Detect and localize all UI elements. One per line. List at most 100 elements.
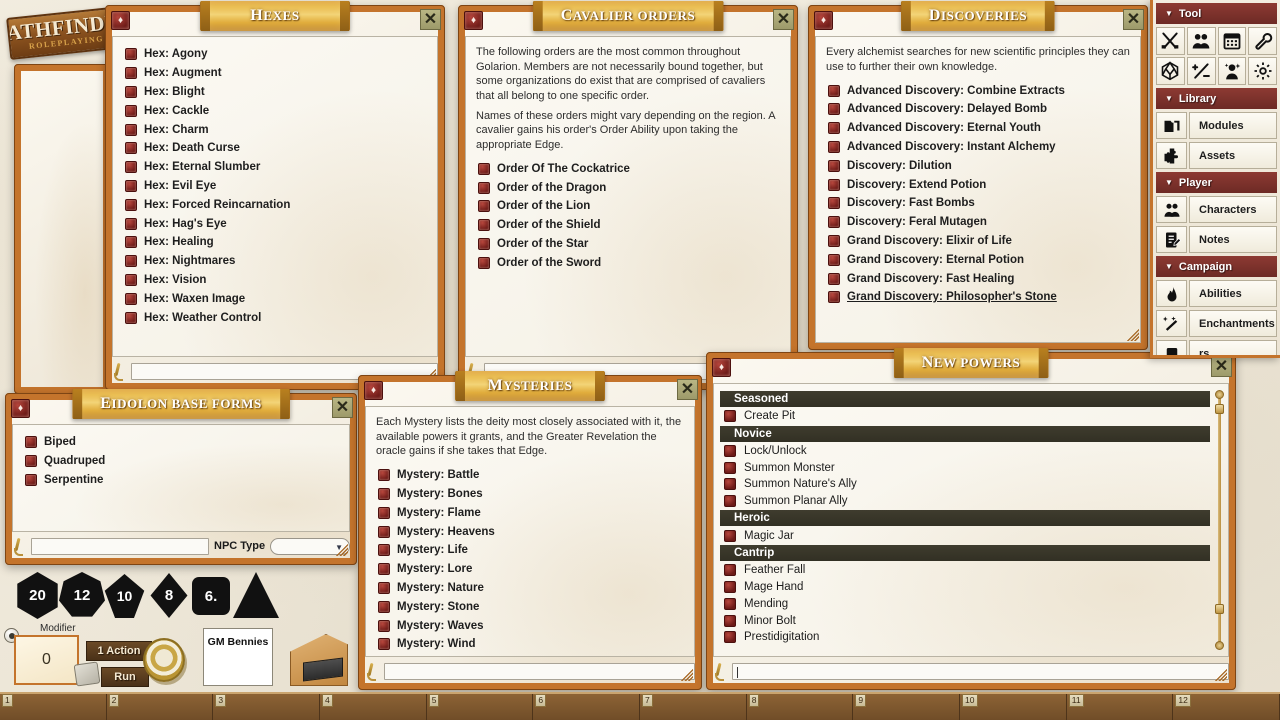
resize-grip[interactable] xyxy=(336,544,348,556)
window-menu-icon[interactable]: ♦ xyxy=(464,11,483,30)
gear-icon[interactable] xyxy=(1248,57,1277,85)
window-titlebar[interactable]: Hexes xyxy=(200,1,350,31)
mysteries-add-input[interactable] xyxy=(384,662,695,680)
list-item[interactable]: Order of the Sword xyxy=(476,253,780,272)
die-d6[interactable]: 6. xyxy=(192,577,230,615)
list-item[interactable]: Hex: Nightmares xyxy=(123,252,427,271)
list-item[interactable]: Hex: Waxen Image xyxy=(123,289,427,308)
list-item[interactable]: Hex: Hag's Eye xyxy=(123,214,427,233)
sidebar-item-assets[interactable]: Assets xyxy=(1156,142,1277,169)
hotbar-slot[interactable]: 12 xyxy=(1173,694,1280,720)
d20-die-icon[interactable] xyxy=(1156,57,1185,85)
eidolon-list[interactable]: Biped Quadruped Serpentine xyxy=(12,424,350,532)
new-powers-add-input[interactable] xyxy=(732,662,1229,680)
list-item[interactable]: Advanced Discovery: Instant Alchemy xyxy=(826,138,1130,157)
list-item[interactable]: Hex: Death Curse xyxy=(123,139,427,158)
list-item[interactable]: Discovery: Feral Mutagen xyxy=(826,213,1130,232)
close-icon[interactable]: ✕ xyxy=(1123,9,1144,30)
window-menu-icon[interactable]: ♦ xyxy=(364,381,383,400)
die-d20[interactable]: 20 xyxy=(17,572,58,619)
list-item[interactable]: Mystery: Flame xyxy=(376,503,684,522)
hotbar-slot[interactable]: 1 xyxy=(0,694,107,720)
list-item[interactable]: Mystery: Waves xyxy=(376,616,684,635)
hotbar-slot[interactable]: 2 xyxy=(106,694,214,720)
list-item[interactable]: Grand Discovery: Fast Healing xyxy=(826,269,1130,288)
modifier-value[interactable]: 0 xyxy=(14,635,79,685)
list-item[interactable]: Hex: Agony xyxy=(123,45,427,64)
list-item[interactable]: Hex: Cackle xyxy=(123,101,427,120)
list-item[interactable]: Mystery: Life xyxy=(376,541,684,560)
power-list-item[interactable]: Magic Jar xyxy=(720,527,1210,544)
mysteries-list[interactable]: Each Mystery lists the deity most closel… xyxy=(365,406,695,657)
window-new-powers[interactable]: ♦ New Powers ✕ Seasoned Create Pit Novice L… xyxy=(706,348,1236,690)
power-list-item[interactable]: Mending xyxy=(720,596,1210,613)
list-item[interactable]: Order of the Shield xyxy=(476,216,780,235)
power-list-item[interactable]: Mage Hand xyxy=(720,579,1210,596)
die-d4[interactable] xyxy=(233,572,279,618)
list-item[interactable]: Discovery: Dilution xyxy=(826,156,1130,175)
list-item[interactable]: Mystery: Nature xyxy=(376,579,684,598)
list-item[interactable]: Mystery: Heavens xyxy=(376,522,684,541)
gm-bennies-panel[interactable]: GM Bennies xyxy=(203,628,273,686)
hotbar-slot[interactable]: 6 xyxy=(533,694,641,720)
cavalier-orders-list[interactable]: The following orders are the most common… xyxy=(465,36,791,357)
list-item[interactable]: Biped xyxy=(23,433,339,452)
hotbar-slot[interactable]: 8 xyxy=(746,694,854,720)
list-item[interactable]: Advanced Discovery: Combine Extracts xyxy=(826,81,1130,100)
list-item[interactable]: Grand Discovery: Eternal Potion xyxy=(826,250,1130,269)
list-item[interactable]: Advanced Discovery: Delayed Bomb xyxy=(826,100,1130,119)
close-icon[interactable]: ✕ xyxy=(773,9,794,30)
window-eidolon-base-forms[interactable]: ♦ Eidolon Base Forms ✕ Biped Quadruped Ser… xyxy=(5,389,357,565)
hotbar-slot[interactable]: 4 xyxy=(320,694,427,720)
power-list-item[interactable]: Prestidigitation xyxy=(720,629,1210,646)
sidebar-section-player[interactable]: ▼ Player xyxy=(1156,172,1277,193)
plus-minus-icon[interactable] xyxy=(1186,57,1216,85)
window-titlebar[interactable]: Eidolon Base Forms xyxy=(72,389,290,419)
list-item[interactable]: Order of the Star xyxy=(476,235,780,254)
list-item[interactable]: Hex: Healing xyxy=(123,233,427,252)
sidebar-section-tool[interactable]: ▼ Tool xyxy=(1156,3,1277,24)
hotbar-slot[interactable]: 7 xyxy=(640,694,747,720)
hotbar-slot[interactable]: 3 xyxy=(213,694,321,720)
chest-icon[interactable] xyxy=(290,634,348,686)
bennies-chips-icon[interactable] xyxy=(143,638,185,682)
scrollbar-thumb-lower[interactable] xyxy=(1215,604,1224,614)
window-hexes[interactable]: ♦ Hexes ✕ Hex: Agony Hex: Augment Hex: Bli… xyxy=(105,1,445,390)
die-d12[interactable]: 12 xyxy=(59,572,105,617)
resize-grip[interactable] xyxy=(681,669,693,681)
list-item[interactable]: Mystery: Stone xyxy=(376,597,684,616)
close-icon[interactable]: ✕ xyxy=(420,9,441,30)
list-item[interactable]: Hex: Forced Reincarnation xyxy=(123,195,427,214)
hotbar-slot[interactable]: 5 xyxy=(426,694,534,720)
party-icon[interactable] xyxy=(1186,27,1216,55)
hotbar-slot[interactable]: 10 xyxy=(960,694,1067,720)
list-item[interactable]: Order Of The Cockatrice xyxy=(476,159,780,178)
background-window-partial[interactable] xyxy=(14,64,110,394)
close-icon[interactable]: ✕ xyxy=(677,379,698,400)
list-item[interactable]: Order of the Lion xyxy=(476,197,780,216)
list-item[interactable]: Hex: Evil Eye xyxy=(123,177,427,196)
window-menu-icon[interactable]: ♦ xyxy=(712,358,731,377)
power-list-item[interactable]: Summon Nature's Ally xyxy=(720,476,1210,493)
scrollbar-thumb[interactable] xyxy=(1215,404,1224,414)
list-item[interactable]: Grand Discovery: Elixir of Life xyxy=(826,232,1130,251)
calendar-icon[interactable] xyxy=(1217,27,1247,55)
window-menu-icon[interactable]: ♦ xyxy=(814,11,833,30)
power-list-item[interactable]: Lock/Unlock xyxy=(720,443,1210,460)
sidebar-item-enchantments[interactable]: Enchantments xyxy=(1156,310,1277,337)
list-item[interactable]: Mystery: Lore xyxy=(376,560,684,579)
power-list-item[interactable]: Summon Planar Ally xyxy=(720,493,1210,510)
list-item[interactable]: Mystery: Bones xyxy=(376,485,684,504)
list-item[interactable]: Hex: Vision xyxy=(123,271,427,290)
die-d8[interactable]: 8 xyxy=(150,573,188,618)
sidebar-item-notes[interactable]: Notes xyxy=(1156,226,1277,253)
sidebar-item-characters[interactable]: Characters xyxy=(1156,196,1277,223)
list-item[interactable]: Hex: Augment xyxy=(123,64,427,83)
power-list-item[interactable]: Feather Fall xyxy=(720,562,1210,579)
list-item[interactable]: Hex: Blight xyxy=(123,83,427,102)
sidebar-section-library[interactable]: ▼ Library xyxy=(1156,88,1277,109)
list-item[interactable]: Mystery: Wind xyxy=(376,635,684,654)
window-menu-icon[interactable]: ♦ xyxy=(11,399,30,418)
new-powers-list[interactable]: Seasoned Create Pit Novice Lock/Unlock Summo… xyxy=(713,383,1229,657)
window-mysteries[interactable]: ♦ Mysteries ✕ Each Mystery lists the dei… xyxy=(358,371,702,690)
